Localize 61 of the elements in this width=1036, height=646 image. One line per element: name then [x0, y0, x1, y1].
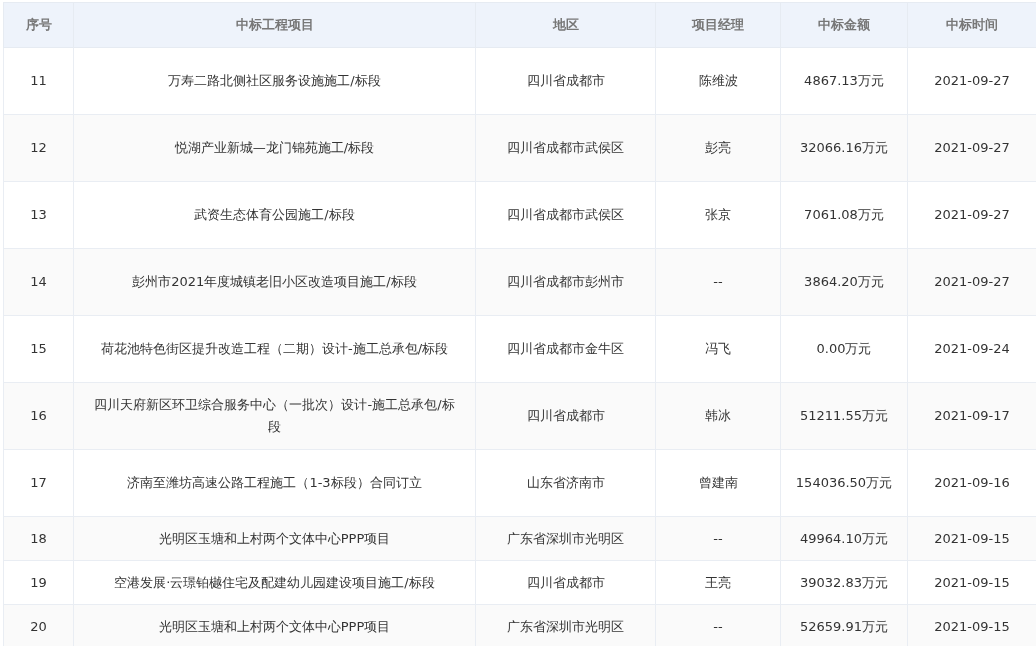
- table-cell: 彭州市2021年度城镇老旧小区改造项目施工/标段: [73, 248, 476, 316]
- table-cell: 2021-09-15: [907, 516, 1036, 561]
- table-cell: 山东省济南市: [475, 449, 656, 517]
- table-cell: 四川天府新区环卫综合服务中心（一批次）设计-施工总承包/标段: [73, 382, 476, 450]
- column-header: 中标时间: [907, 2, 1036, 48]
- table-cell: 广东省深圳市光明区: [475, 516, 656, 561]
- table-cell: 51211.55万元: [780, 382, 908, 450]
- table-cell: 广东省深圳市光明区: [475, 604, 656, 646]
- table-cell: 四川省成都市武侯区: [475, 181, 656, 249]
- table-cell: 四川省成都市: [475, 47, 656, 115]
- table-cell: 2021-09-27: [907, 248, 1036, 316]
- table-cell: 王亮: [655, 560, 781, 605]
- table-cell: 15: [3, 315, 74, 383]
- table-cell: --: [655, 248, 781, 316]
- table-cell: 4867.13万元: [780, 47, 908, 115]
- table-cell: 韩冰: [655, 382, 781, 450]
- table-cell: 2021-09-27: [907, 114, 1036, 182]
- table-cell: 陈维波: [655, 47, 781, 115]
- table-cell: 彭亮: [655, 114, 781, 182]
- table-cell: 17: [3, 449, 74, 517]
- column-header: 项目经理: [655, 2, 781, 48]
- column-header: 序号: [3, 2, 74, 48]
- column-header: 中标工程项目: [73, 2, 476, 48]
- table-cell: 49964.10万元: [780, 516, 908, 561]
- table-cell: 3864.20万元: [780, 248, 908, 316]
- table-cell: 荷花池特色街区提升改造工程（二期）设计-施工总承包/标段: [73, 315, 476, 383]
- table-cell: 四川省成都市彭州市: [475, 248, 656, 316]
- table-cell: 12: [3, 114, 74, 182]
- table-cell: 空港发展·云璟铂樾住宅及配建幼儿园建设项目施工/标段: [73, 560, 476, 605]
- table-cell: 0.00万元: [780, 315, 908, 383]
- table-cell: 济南至潍坊高速公路工程施工（1-3标段）合同订立: [73, 449, 476, 517]
- table-cell: 张京: [655, 181, 781, 249]
- column-header: 地区: [475, 2, 656, 48]
- table-cell: 悦湖产业新城—龙门锦苑施工/标段: [73, 114, 476, 182]
- table-cell: 光明区玉塘和上村两个文体中心PPP项目: [73, 604, 476, 646]
- table-cell: 39032.83万元: [780, 560, 908, 605]
- table-cell: 冯飞: [655, 315, 781, 383]
- table-cell: 11: [3, 47, 74, 115]
- table-cell: 7061.08万元: [780, 181, 908, 249]
- table-cell: 32066.16万元: [780, 114, 908, 182]
- table-cell: 四川省成都市: [475, 382, 656, 450]
- table-cell: 光明区玉塘和上村两个文体中心PPP项目: [73, 516, 476, 561]
- table-cell: 2021-09-15: [907, 604, 1036, 646]
- table-cell: 18: [3, 516, 74, 561]
- table-cell: 2021-09-17: [907, 382, 1036, 450]
- table-cell: 四川省成都市: [475, 560, 656, 605]
- table-cell: 曾建南: [655, 449, 781, 517]
- table-cell: 52659.91万元: [780, 604, 908, 646]
- table-cell: 154036.50万元: [780, 449, 908, 517]
- table-cell: 万寿二路北侧社区服务设施施工/标段: [73, 47, 476, 115]
- table-cell: 武资生态体育公园施工/标段: [73, 181, 476, 249]
- table-cell: 19: [3, 560, 74, 605]
- table-cell: 20: [3, 604, 74, 646]
- table-cell: 14: [3, 248, 74, 316]
- table-cell: 16: [3, 382, 74, 450]
- table-cell: --: [655, 516, 781, 561]
- table-cell: 四川省成都市武侯区: [475, 114, 656, 182]
- column-header: 中标金额: [780, 2, 908, 48]
- table-cell: 13: [3, 181, 74, 249]
- table-cell: --: [655, 604, 781, 646]
- table-cell: 四川省成都市金牛区: [475, 315, 656, 383]
